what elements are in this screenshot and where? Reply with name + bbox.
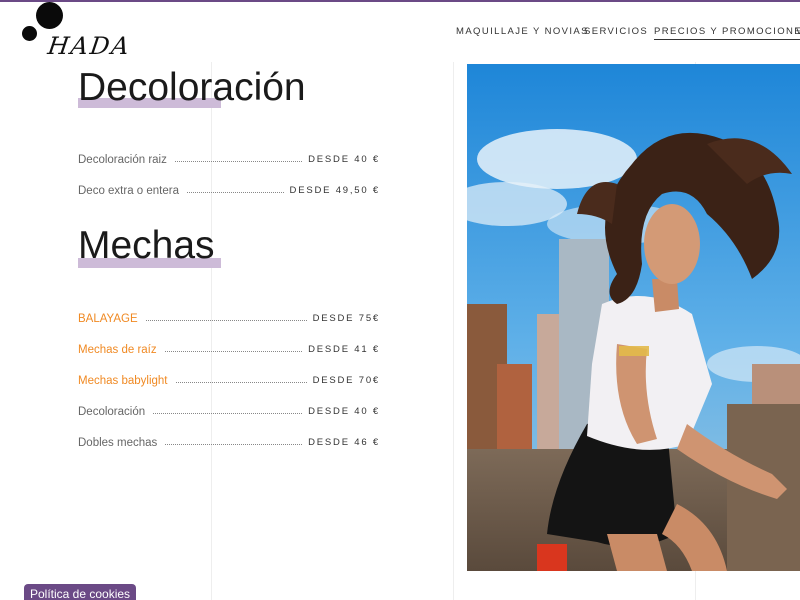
- section-heading-decoloracion: Decoloración: [78, 66, 306, 110]
- service-price: DESDE 40 €: [308, 406, 380, 417]
- brand-logo[interactable]: HADA: [18, 0, 133, 62]
- service-name: Deco extra o entera: [78, 185, 180, 197]
- service-name: Dobles mechas: [78, 437, 158, 449]
- nav-item-maquillaje-y-novias[interactable]: MAQUILLAJE Y NOVIAS: [456, 26, 589, 37]
- dot-leader: [187, 192, 284, 193]
- logo-dot-small: [22, 26, 37, 41]
- price-row: Deco extra o entera DESDE 49,50 €: [78, 181, 380, 197]
- service-link[interactable]: Mechas de raíz: [78, 344, 157, 356]
- dot-leader: [153, 413, 303, 414]
- service-price: DESDE 49,50 €: [289, 185, 380, 196]
- service-price: DESDE 40 €: [308, 154, 380, 165]
- service-name: Decoloración raiz: [78, 154, 167, 166]
- service-price: DESDE 70€: [312, 375, 380, 386]
- cookie-policy-button[interactable]: Política de cookies: [24, 584, 137, 600]
- column-guide-line: [453, 62, 454, 600]
- section-title: Mechas: [78, 224, 215, 267]
- dot-leader: [164, 351, 303, 352]
- service-link[interactable]: Mechas babylight: [78, 375, 168, 387]
- nav-item-servicios[interactable]: SERVICIOS: [584, 26, 648, 37]
- dot-leader: [165, 444, 303, 445]
- service-price: DESDE 46 €: [308, 437, 380, 448]
- service-price: DESDE 41 €: [308, 344, 380, 355]
- section-title: Decoloración: [78, 66, 306, 109]
- dot-leader: [175, 382, 307, 383]
- nav-item-label-active: PRECIOS Y PROMOCIONES: [654, 26, 800, 40]
- price-row: Mechas babylight DESDE 70€: [78, 371, 380, 387]
- dot-leader: [145, 320, 307, 321]
- service-name: Decoloración: [78, 406, 146, 418]
- hero-photo: [467, 64, 800, 571]
- nav-item-precios-y-promociones[interactable]: PRECIOS Y PROMOCIONES: [654, 26, 800, 40]
- logo-dot-large: [36, 2, 63, 29]
- price-row: Dobles mechas DESDE 46 €: [78, 433, 380, 449]
- service-price: DESDE 75€: [312, 313, 380, 324]
- section-heading-mechas: Mechas: [78, 224, 221, 268]
- price-row: Mechas de raíz DESDE 41 €: [78, 340, 380, 356]
- price-row: Decoloración DESDE 40 €: [78, 402, 380, 418]
- dot-leader: [174, 161, 303, 162]
- photo-illustration: [467, 64, 800, 571]
- service-link[interactable]: BALAYAGE: [78, 313, 138, 325]
- price-row: Decoloración raiz DESDE 40 €: [78, 150, 380, 166]
- logo-text: HADA: [46, 32, 133, 60]
- column-guide-line: [211, 62, 212, 600]
- price-row: BALAYAGE DESDE 75€: [78, 309, 380, 325]
- nav-item-truncated[interactable]: V: [796, 26, 800, 37]
